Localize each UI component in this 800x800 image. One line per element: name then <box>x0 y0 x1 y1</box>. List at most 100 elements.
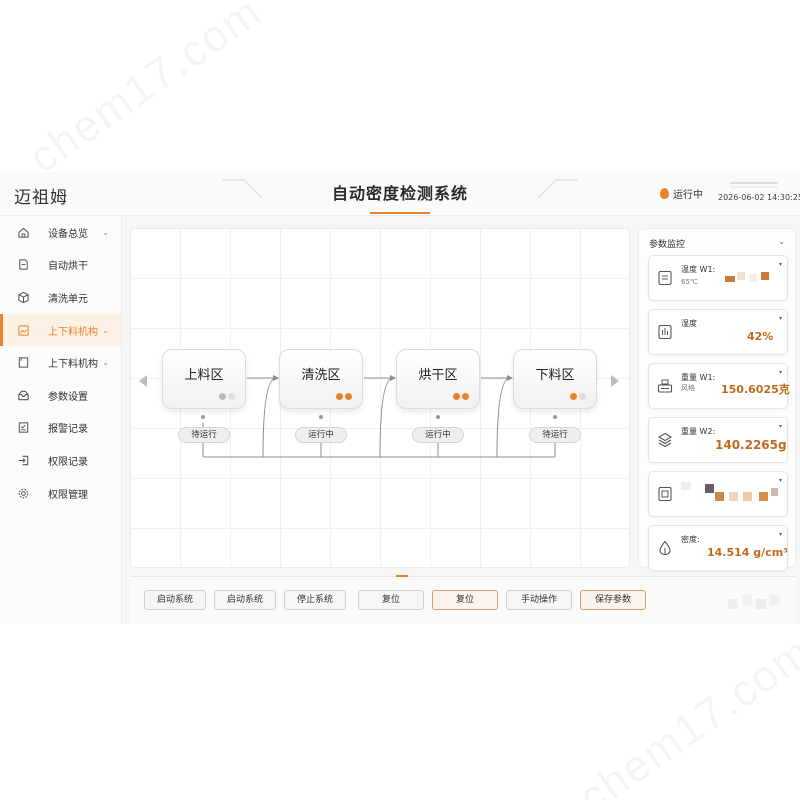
card-value: 14.514 g/cm³ <box>707 546 788 559</box>
monitor-card-humidity[interactable]: 湿度 42% ▾ <box>648 309 788 355</box>
pixel-block <box>728 599 738 609</box>
sidebar-item-label: 自动烘干 <box>48 261 88 273</box>
stage-label: 上料区 <box>184 368 224 383</box>
sidebar-item-loading-mechanism-2[interactable]: 上下料机构 ⌄ <box>0 346 121 379</box>
card-label: 重量 W1: <box>681 373 716 382</box>
device-icon <box>655 484 675 504</box>
sidebar-item-alarm-records[interactable]: 报警记录 <box>0 412 121 445</box>
sidebar-item-label: 清洗单元 <box>48 293 88 305</box>
stage-indicator <box>219 393 235 400</box>
chevron-down-icon: ▾ <box>778 369 782 376</box>
stage-cleaning[interactable]: 清洗区 <box>279 349 363 409</box>
chevron-down-icon: ▾ <box>778 315 782 322</box>
pixel-block <box>770 595 780 605</box>
sidebar-item-permission-management[interactable]: 权限管理 <box>0 477 121 510</box>
header-decoration <box>222 179 262 199</box>
connector-dot <box>436 415 440 419</box>
datetime: 2026-06-02 14:30:25 <box>718 193 800 202</box>
sidebar-item-parameter-settings[interactable]: 参数设置 <box>0 379 121 412</box>
connector-dot <box>201 415 205 419</box>
gear-icon <box>16 486 30 500</box>
status-badge: 待运行 <box>178 427 230 443</box>
image-icon <box>16 323 30 337</box>
previous-arrow-icon[interactable] <box>139 375 147 387</box>
thermometer-icon <box>655 268 675 288</box>
card-value: 140.2265g <box>715 438 787 452</box>
sidebar-item-label: 参数设置 <box>48 391 88 403</box>
chevron-down-icon[interactable]: ⌄ <box>778 237 785 246</box>
home-icon <box>16 225 30 239</box>
page-title-wrap: 自动密度检测系统 <box>262 172 538 216</box>
stage-label: 下料区 <box>535 368 575 383</box>
pixel-block <box>725 276 735 282</box>
sidebar: 设备总览 ⌄ 自动烘干 清洗单元 上下料机构 ⌄ 上下料机构 ⌄ 参数设置 报警… <box>0 216 122 624</box>
chevron-down-icon: ⌄ <box>102 358 109 368</box>
flame-icon <box>660 188 669 199</box>
start-system-button-2[interactable]: 启动系统 <box>214 590 276 610</box>
system-status: 运行中 <box>660 186 703 201</box>
bar-indicator <box>396 575 408 577</box>
sidebar-item-overview[interactable]: 设备总览 ⌄ <box>0 216 121 249</box>
pixel-block <box>759 492 768 501</box>
card-value: 42% <box>747 330 774 343</box>
stage-loading[interactable]: 上料区 <box>162 349 246 409</box>
watermark: chem17.com <box>20 0 271 183</box>
sidebar-item-cleaning-unit[interactable]: 清洗单元 <box>0 281 121 314</box>
monitor-card-temperature[interactable]: 温度 W1: 65℃ ▾ <box>648 255 788 301</box>
header: 迈祖姆 自动密度检测系统 运行中 2026-06-02 14:30:25 <box>0 172 800 216</box>
drop-icon <box>655 538 675 558</box>
card-sub: 65℃ <box>681 278 698 286</box>
stage-indicator <box>570 393 586 400</box>
pixel-block <box>761 272 769 280</box>
monitor-card-density[interactable]: 密度: 14.514 g/cm³ ▾ <box>648 525 788 571</box>
sidebar-item-label: 报警记录 <box>48 424 88 436</box>
sidebar-item-auto-drying[interactable]: 自动烘干 <box>0 249 121 282</box>
monitor-card-weight-w1[interactable]: 重量 W1: 风格 150.6025克 ▾ <box>648 363 790 409</box>
title-underline <box>370 212 430 214</box>
login-icon <box>16 453 30 467</box>
card-label: 温度 W1: <box>681 265 716 274</box>
page-title: 自动密度检测系统 <box>331 184 468 203</box>
chevron-down-icon: ⌄ <box>102 227 109 237</box>
watermark: chem17.com <box>570 627 800 800</box>
stage-drying[interactable]: 烘干区 <box>396 349 480 409</box>
pixel-block <box>705 484 714 493</box>
header-decoration <box>538 179 578 199</box>
manual-operation-button[interactable]: 手动操作 <box>506 590 572 610</box>
sidebar-item-label: 上下料机构 <box>48 359 98 371</box>
pixel-block <box>729 492 738 501</box>
stage-label: 烘干区 <box>418 368 458 383</box>
pixel-block <box>743 492 752 501</box>
document-icon <box>16 258 30 272</box>
sidebar-item-loading-mechanism[interactable]: 上下料机构 ⌄ <box>0 313 121 347</box>
cube-icon <box>16 290 30 304</box>
pixel-block <box>771 488 778 496</box>
sidebar-item-permission-records[interactable]: 权限记录 <box>0 444 121 477</box>
card-label: 重量 W2: <box>681 427 716 436</box>
start-system-button[interactable]: 启动系统 <box>144 590 206 610</box>
monitor-card-device[interactable]: ▾ <box>648 471 788 517</box>
connector-dot <box>553 415 557 419</box>
monitor-card-weight-w2[interactable]: 重量 W2: 140.2265g ▾ <box>648 417 788 463</box>
sidebar-item-label: 设备总览 <box>48 228 88 240</box>
save-parameters-button[interactable]: 保存参数 <box>580 590 646 610</box>
reset-button[interactable]: 复位 <box>358 590 424 610</box>
panel-title: 参数监控 <box>649 240 686 250</box>
datetime-decoration <box>730 182 778 188</box>
pixel-block <box>749 274 757 282</box>
stop-system-button[interactable]: 停止系统 <box>284 590 346 610</box>
connector-dot <box>319 415 323 419</box>
chevron-down-icon: ▾ <box>778 531 782 538</box>
card-sub: 风格 <box>681 384 695 392</box>
status-badge: 运行中 <box>412 427 464 443</box>
reset-button-2[interactable]: 复位 <box>432 590 498 610</box>
status-text: 运行中 <box>673 190 703 201</box>
sidebar-item-label: 权限管理 <box>48 489 88 501</box>
sidebar-item-label: 权限记录 <box>48 456 88 468</box>
stage-unloading[interactable]: 下料区 <box>513 349 597 409</box>
next-arrow-icon[interactable] <box>611 375 619 387</box>
process-flow-panel: 上料区 清洗区 烘干区 下料区 待运行 运行中 运行中 待运行 <box>130 228 630 568</box>
chart-icon <box>655 322 675 342</box>
chevron-down-icon: ▾ <box>778 261 782 268</box>
inbox-icon <box>16 388 30 402</box>
